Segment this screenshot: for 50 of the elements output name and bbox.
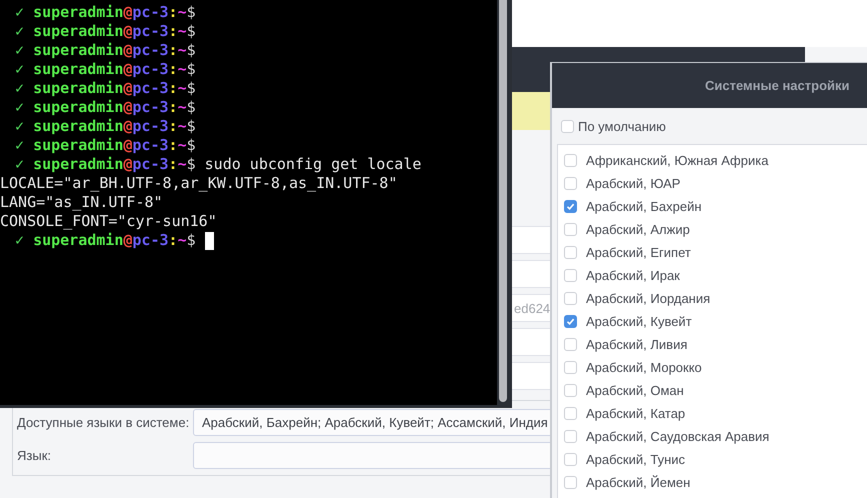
checkbox[interactable] bbox=[564, 384, 577, 397]
checkbox[interactable] bbox=[564, 315, 577, 328]
language-label: Арабский, Тунис bbox=[586, 452, 686, 467]
prompt-line: ✓ superadmin@pc-3:~$ bbox=[0, 231, 497, 250]
prompt-line: ✓ superadmin@pc-3:~$ bbox=[14, 3, 197, 22]
checkbox[interactable] bbox=[564, 246, 577, 259]
checkbox[interactable] bbox=[564, 200, 577, 213]
language-label: Арабский, Кувейт bbox=[586, 314, 692, 329]
language-label: Арабский, Алжир bbox=[586, 222, 690, 237]
dialog-title: Системные настройки bbox=[705, 78, 850, 93]
check-icon bbox=[566, 202, 575, 211]
checkbox[interactable] bbox=[564, 430, 577, 443]
field-label: Язык: bbox=[17, 448, 51, 463]
prompt-line: ✓ superadmin@pc-3:~$ bbox=[14, 41, 197, 60]
language-label: Арабский, Иордания bbox=[586, 291, 710, 306]
language-label: Африканский, Южная Африка bbox=[586, 153, 768, 168]
prompt-line: ✓ superadmin@pc-3:~$ bbox=[14, 117, 197, 136]
checkbox[interactable] bbox=[561, 120, 574, 132]
field-label: Доступные языки в системе: bbox=[17, 415, 190, 430]
language-label: Арабский, Бахрейн bbox=[586, 199, 702, 214]
checkbox[interactable] bbox=[564, 292, 577, 305]
checkbox[interactable] bbox=[564, 453, 577, 466]
language-label: Арабский, Ирак bbox=[586, 268, 680, 283]
checkbox[interactable] bbox=[564, 338, 577, 351]
language-label: Арабский, Йемен bbox=[586, 475, 690, 490]
language-label: Арабский, Египет bbox=[586, 245, 691, 260]
prompt-line: ✓ superadmin@pc-3:~$ bbox=[14, 136, 197, 155]
checkbox[interactable] bbox=[564, 476, 577, 489]
prompt-line: ✓ superadmin@pc-3:~$ sudo ubconfig get locale bbox=[14, 155, 422, 174]
checkbox[interactable] bbox=[564, 177, 577, 190]
checkbox[interactable] bbox=[564, 407, 577, 420]
language-label: Арабский, Оман bbox=[586, 383, 684, 398]
language-label: Арабский, ЮАР bbox=[586, 176, 680, 191]
prompt-line: ✓ superadmin@pc-3:~$ bbox=[14, 79, 197, 98]
check-icon bbox=[566, 317, 575, 326]
output-line: CONSOLE_FONT="cyr-sun16" bbox=[0, 212, 218, 231]
language-label: Арабский, Катар bbox=[586, 406, 686, 421]
prompt-line: ✓ superadmin@pc-3:~$ bbox=[14, 98, 197, 117]
prompt-line: ✓ superadmin@pc-3:~$ bbox=[14, 22, 197, 41]
checkbox-label: По умолчанию bbox=[578, 118, 666, 134]
checkbox[interactable] bbox=[564, 361, 577, 374]
language-label: Арабский, Ливия bbox=[586, 337, 688, 352]
checkbox[interactable] bbox=[564, 154, 577, 167]
output-line: LANG="as_IN.UTF-8" bbox=[0, 193, 164, 212]
output-line: LOCALE="ar_BH.UTF-8,ar_KW.UTF-8,as_IN.UTF-8" bbox=[0, 174, 398, 193]
checkbox[interactable] bbox=[564, 269, 577, 282]
language-label: Арабский, Морокко bbox=[586, 360, 702, 375]
scrollbar[interactable] bbox=[497, 0, 508, 405]
checkbox[interactable] bbox=[564, 223, 577, 236]
prompt-line: ✓ superadmin@pc-3:~$ bbox=[14, 60, 197, 79]
